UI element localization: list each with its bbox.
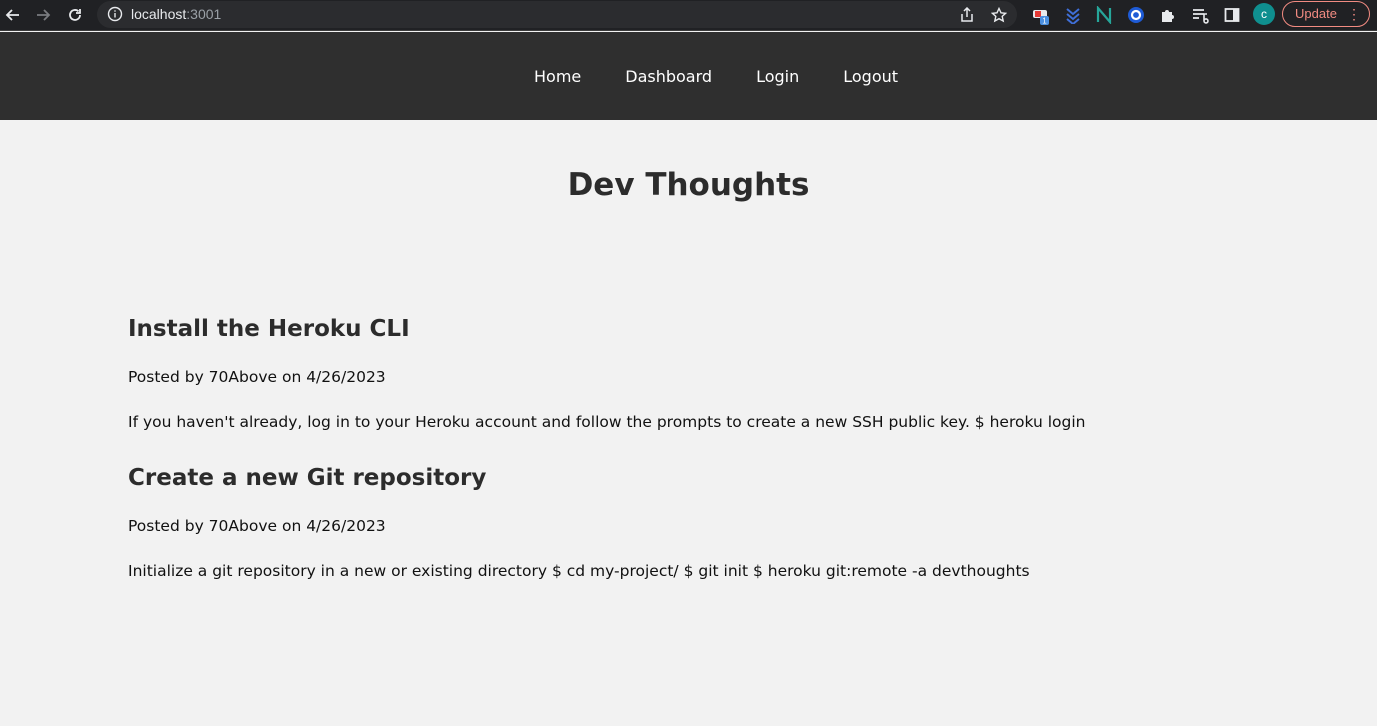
reload-icon[interactable]	[64, 4, 86, 26]
extension-badge: 1	[1042, 17, 1047, 26]
nav-logout-link[interactable]: Logout	[843, 67, 898, 86]
site-info-icon[interactable]	[107, 6, 123, 27]
nav-dashboard-link[interactable]: Dashboard	[625, 67, 712, 86]
side-panel-icon[interactable]	[1221, 4, 1243, 26]
nav-login-link[interactable]: Login	[756, 67, 799, 86]
post-item: Create a new Git repository Posted by 70…	[128, 465, 1278, 580]
post-meta: Posted by 70Above on 4/26/2023	[128, 368, 386, 386]
post-title[interactable]: Install the Heroku CLI	[128, 316, 1278, 342]
extension-red-icon[interactable]: 1	[1030, 4, 1052, 26]
url-host: localhost	[131, 6, 187, 22]
reading-list-icon[interactable]	[1189, 4, 1211, 26]
extension-chevrons-icon[interactable]	[1062, 4, 1084, 26]
extensions-puzzle-icon[interactable]	[1157, 4, 1179, 26]
site-header: Home Dashboard Login Logout	[0, 32, 1377, 120]
more-menu-icon[interactable]: ⋮	[1347, 2, 1361, 26]
forward-icon[interactable]	[32, 4, 54, 26]
url-text: localhost:3001	[131, 6, 221, 22]
bookmark-star-icon[interactable]	[989, 5, 1009, 25]
update-label: Update	[1295, 6, 1337, 21]
post-body: If you haven't already, log in to your H…	[128, 413, 1086, 431]
address-bar[interactable]: localhost:3001	[97, 1, 1017, 28]
page-title: Dev Thoughts	[567, 167, 810, 203]
profile-avatar[interactable]: c	[1253, 3, 1275, 25]
post-body: Initialize a git repository in a new or …	[128, 562, 1030, 580]
post-item: Install the Heroku CLI Posted by 70Above…	[128, 316, 1278, 431]
post-meta: Posted by 70Above on 4/26/2023	[128, 517, 386, 535]
browser-toolbar: localhost:3001 1 c Update ⋮	[0, 0, 1377, 31]
url-port: :3001	[186, 6, 222, 22]
share-icon[interactable]	[957, 5, 977, 25]
nav-home-link[interactable]: Home	[534, 67, 581, 86]
update-button[interactable]: Update ⋮	[1282, 1, 1370, 27]
post-title[interactable]: Create a new Git repository	[128, 465, 1278, 491]
extension-circle-icon[interactable]	[1125, 4, 1147, 26]
extension-n-icon[interactable]	[1093, 4, 1115, 26]
main-nav: Home Dashboard Login Logout	[534, 32, 898, 120]
back-icon[interactable]	[2, 4, 24, 26]
